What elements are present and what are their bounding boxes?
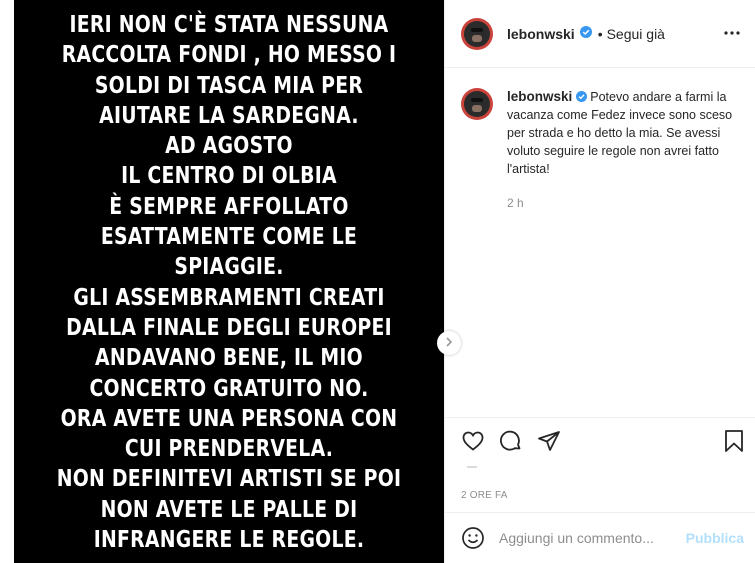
caption-time[interactable]: 2 h <box>507 194 737 212</box>
story-line: ORA AVETE UNA PERSONA CON <box>60 405 398 432</box>
heart-icon[interactable] <box>461 429 485 453</box>
comment-input[interactable] <box>499 530 689 546</box>
story-line: GLI ASSEMBRAMENTI CREATI <box>73 284 385 311</box>
post-username[interactable]: lebonwski <box>507 26 575 42</box>
caption-avatar[interactable] <box>461 88 493 120</box>
header-separator: • <box>597 25 603 42</box>
story-media: IERI NON C'È STATA NESSUNA RACCOLTA FOND… <box>14 0 444 563</box>
post-age[interactable]: 2 ORE FA <box>461 490 508 501</box>
story-line: CONCERTO GRATUITO NO. <box>89 375 369 402</box>
share-icon[interactable] <box>537 429 561 453</box>
story-line: INFRANGERE LE REGOLE. <box>93 527 365 554</box>
left-margin <box>0 0 14 563</box>
add-comment-bar: Pubblica <box>445 512 755 563</box>
story-line: SPIAGGIE. <box>174 254 284 281</box>
post-header: lebonwski • Segui già <box>445 0 755 68</box>
publish-button[interactable]: Pubblica <box>686 530 744 546</box>
story-line: NON AVETE LE PALLE DI <box>100 496 358 523</box>
story-line: NON DEFINITEVI ARTISTI SE POI <box>56 466 402 493</box>
story-line: AIUTARE LA SARDEGNA. <box>99 102 359 129</box>
caption-username[interactable]: lebonwski <box>507 89 572 104</box>
chevron-right-icon <box>445 334 453 352</box>
post-panel: lebonwski • Segui già lebonwski Potevo a… <box>444 0 755 563</box>
story-line: È SEMPRE AFFOLLATO <box>109 193 349 220</box>
emoji-icon[interactable] <box>461 526 485 550</box>
story-line: SOLDI DI TASCA MIA PER <box>94 72 364 99</box>
story-line: IL CENTRO DI OLBIA <box>121 163 337 190</box>
caption-body: lebonwski Potevo andare a farmi la vacan… <box>507 88 737 212</box>
story-line: ESATTAMENTE COME LE <box>100 224 358 251</box>
story-line: RACCOLTA FONDI , HO MESSO I <box>61 42 397 69</box>
likes-placeholder <box>467 466 477 468</box>
story-line: AD AGOSTO <box>165 133 293 160</box>
story-line: IERI NON C'È STATA NESSUNA <box>69 12 389 38</box>
verified-badge-icon <box>579 25 592 43</box>
story-line: CUI PRENDERVELA. <box>124 436 334 463</box>
avatar[interactable] <box>461 17 493 50</box>
follow-button[interactable]: Segui già <box>607 26 665 42</box>
story-line: ANDAVANO BENE, IL MIO <box>95 345 363 372</box>
story-text: IERI NON C'È STATA NESSUNA RACCOLTA FOND… <box>14 10 444 555</box>
action-bar <box>445 418 755 464</box>
caption-section: lebonwski Potevo andare a farmi la vacan… <box>445 68 755 418</box>
bookmark-icon[interactable] <box>723 429 745 458</box>
verified-badge-icon <box>575 90 590 104</box>
carousel-next-button[interactable] <box>437 331 461 355</box>
comment-icon[interactable] <box>499 429 523 453</box>
more-dots-icon[interactable] <box>723 24 741 47</box>
story-line: DALLA FINALE DEGLI EUROPEI <box>66 314 392 341</box>
